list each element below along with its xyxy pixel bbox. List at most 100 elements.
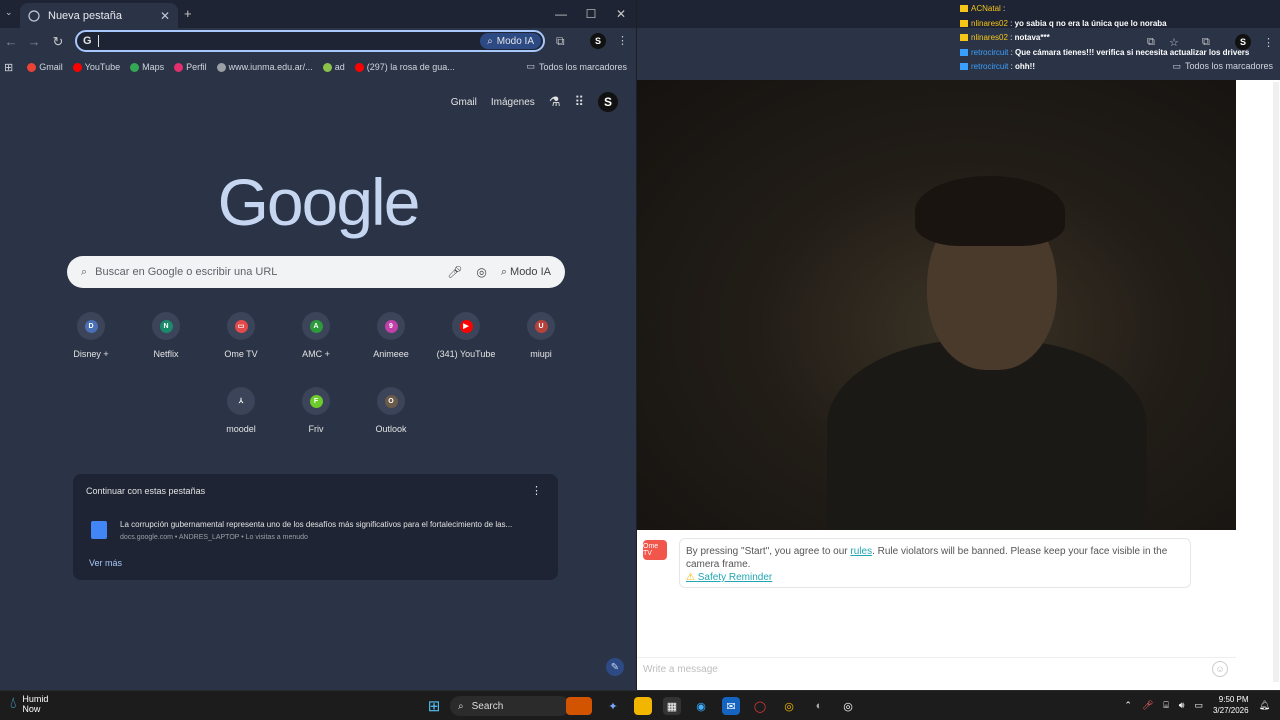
- lens-camera-icon[interactable]: ◎: [476, 265, 486, 279]
- shortcut-tile[interactable]: O Outlook: [356, 387, 426, 434]
- modo-ia-button[interactable]: ⌕ Modo IA: [480, 33, 541, 49]
- shortcut-favicon-icon: O: [384, 394, 398, 408]
- reload-icon[interactable]: ↻: [49, 34, 67, 50]
- app-circle-icon[interactable]: ◐: [810, 697, 828, 715]
- chat-text: yo sabia q no era la única que lo noraba: [1014, 18, 1167, 28]
- shortcut-tile[interactable]: F Friv: [281, 387, 351, 434]
- close-tab-icon[interactable]: ✕: [160, 9, 170, 23]
- volume-icon[interactable]: 🔊︎: [1179, 700, 1185, 711]
- widget-art-icon[interactable]: [566, 697, 592, 715]
- shortcut-tile[interactable]: D Disney +: [56, 312, 126, 359]
- gmail-link[interactable]: Gmail: [451, 97, 477, 108]
- shortcut-tile[interactable]: ⅄ moodel: [206, 387, 276, 434]
- card-menu-icon[interactable]: ⋮: [531, 484, 542, 497]
- start-windows-icon[interactable]: ⊞: [425, 697, 443, 715]
- toolbar: ← → ↻ G ⌕ Modo IA ⧉ S ⋮: [0, 28, 636, 56]
- message-input[interactable]: Write a message: [643, 664, 718, 675]
- store-icon[interactable]: ▦: [663, 697, 681, 715]
- tab-new-tab[interactable]: Nueva pestaña ✕: [20, 3, 178, 28]
- see-more-link[interactable]: Ver más: [89, 558, 122, 568]
- customize-pencil-icon[interactable]: ✎: [606, 658, 624, 676]
- bookmark-item[interactable]: www.iunma.edu.ar/...: [216, 62, 313, 72]
- chat-separator: :: [1007, 33, 1015, 42]
- emoji-icon[interactable]: ☺: [1212, 661, 1228, 677]
- safety-reminder-label: Safety Reminder: [697, 572, 773, 583]
- message-bar[interactable]: Write a message ☺: [637, 657, 1236, 681]
- mail-icon[interactable]: ✉: [722, 697, 740, 715]
- shortcut-tile[interactable]: A AMC +: [281, 312, 351, 359]
- battery-icon[interactable]: ▭: [1194, 700, 1203, 711]
- close-window-icon[interactable]: ✕: [606, 7, 636, 21]
- chrome-icon[interactable]: ◎: [780, 697, 798, 715]
- apps-grid-icon[interactable]: ⊞: [4, 61, 13, 74]
- bookmark-item[interactable]: Perfil: [174, 62, 207, 72]
- menu-kebab-icon[interactable]: ⋮: [617, 34, 628, 47]
- shortcut-icon-frame: 9: [377, 312, 405, 340]
- safety-reminder-link[interactable]: ⚠ Safety Reminder: [686, 572, 772, 583]
- rules-text-before: By pressing "Start", you agree to our: [686, 546, 851, 557]
- bookmark-item[interactable]: YouTube: [72, 62, 120, 72]
- shortcut-favicon-icon: A: [309, 319, 323, 333]
- microphone-icon[interactable]: 🎤︎: [447, 265, 462, 279]
- bookmark-item[interactable]: ad: [322, 62, 345, 72]
- taskbar-search[interactable]: ⌕ Search: [450, 696, 570, 716]
- weather-widget[interactable]: 💧︎ Humid Now: [10, 694, 48, 714]
- shortcut-tile[interactable]: ▶ (341) YouTube: [431, 312, 501, 359]
- weather-sub: Now: [22, 704, 41, 714]
- shortcut-label: miupi: [530, 349, 552, 359]
- shortcut-favicon-icon: ▶: [459, 319, 473, 333]
- back-icon[interactable]: ←: [2, 34, 20, 49]
- continue-doc-title[interactable]: La corrupción gubernamental representa u…: [120, 520, 550, 529]
- edge-icon[interactable]: ◉: [692, 697, 710, 715]
- shortcut-label: Ome TV: [224, 349, 258, 359]
- images-link[interactable]: Imágenes: [491, 97, 535, 108]
- bookmark-favicon-icon: [72, 62, 82, 72]
- bookmark-list: Gmail YouTube Maps Perfil www.iunma.edu.ar/.…: [27, 62, 465, 72]
- scrollbar[interactable]: [1273, 82, 1279, 682]
- shortcut-label: Friv: [308, 424, 324, 434]
- chat-overlay: ACNatal : nlinares02 : yo sabia q no era…: [960, 2, 1280, 75]
- taskbar: 💧︎ Humid Now ⊞ ⌕ Search ✦ ▦ ◉ ✉ ◯ ◎ ◐ ◎ ⌃…: [0, 690, 1280, 720]
- extensions-icon[interactable]: ⧉: [556, 34, 565, 49]
- shortcut-tile[interactable]: Umiupi: [506, 312, 576, 359]
- clock[interactable]: 9:50 PM 3/27/2026: [1213, 694, 1249, 716]
- search-sparkle-icon: ⌕: [487, 35, 493, 47]
- notification-icon[interactable]: 🔔︎: [1259, 700, 1270, 711]
- opera-icon[interactable]: ◯: [751, 697, 769, 715]
- new-tab-button[interactable]: +: [184, 6, 192, 21]
- bookmark-item[interactable]: (297) la rosa de gua...: [354, 62, 455, 72]
- continue-tabs-card: Continuar con estas pestañas ⋮ La corrup…: [73, 474, 558, 580]
- text-cursor: [97, 35, 99, 47]
- microphone-icon[interactable]: 🎤︎: [1142, 700, 1153, 711]
- chat-message: ACNatal :: [960, 2, 1280, 17]
- copilot-icon[interactable]: ✦: [604, 697, 622, 715]
- bookmark-label: (297) la rosa de gua...: [366, 62, 455, 72]
- obs-icon[interactable]: ◎: [839, 697, 857, 715]
- address-bar[interactable]: G ⌕ Modo IA: [75, 30, 545, 52]
- search-modo-ia-button[interactable]: ⌕ Modo IA: [501, 266, 551, 279]
- shortcut-tile[interactable]: N Netflix: [131, 312, 201, 359]
- bookmark-favicon-icon: [216, 62, 226, 72]
- ntp-profile-avatar[interactable]: S: [598, 92, 618, 112]
- all-bookmarks-label: Todos los marcadores: [538, 61, 627, 72]
- shortcut-tile[interactable]: 9 Animeee: [356, 312, 426, 359]
- shortcut-tile[interactable]: ▭ Ome TV: [206, 312, 276, 359]
- shortcut-favicon-icon: U: [534, 319, 548, 333]
- maximize-icon[interactable]: ☐: [576, 7, 606, 21]
- profile-avatar[interactable]: S: [590, 33, 606, 49]
- bookmark-item[interactable]: Maps: [130, 62, 164, 72]
- forward-icon[interactable]: →: [25, 34, 43, 49]
- chevron-up-icon[interactable]: ⌃: [1124, 700, 1132, 711]
- new-tab-page: Gmail Imágenes ⚗ ⠿ S Google ⌕ Buscar en …: [0, 78, 636, 690]
- rules-link[interactable]: rules: [850, 546, 872, 557]
- apps-grid-icon[interactable]: ⠿: [574, 94, 584, 110]
- minimize-icon[interactable]: —: [546, 7, 576, 21]
- bookmark-item[interactable]: Gmail: [27, 62, 63, 72]
- tab-search-chevron-icon[interactable]: ⌄: [5, 7, 13, 18]
- all-bookmarks-button[interactable]: ▭ Todos los marcadores: [526, 61, 627, 72]
- file-explorer-icon[interactable]: [634, 697, 652, 715]
- labs-flask-icon[interactable]: ⚗: [549, 94, 561, 110]
- network-icon[interactable]: ⌸: [1163, 700, 1168, 711]
- ntp-search-box[interactable]: ⌕ Buscar en Google o escribir una URL 🎤︎…: [67, 256, 565, 288]
- chat-username: retrocircuit: [971, 47, 1009, 57]
